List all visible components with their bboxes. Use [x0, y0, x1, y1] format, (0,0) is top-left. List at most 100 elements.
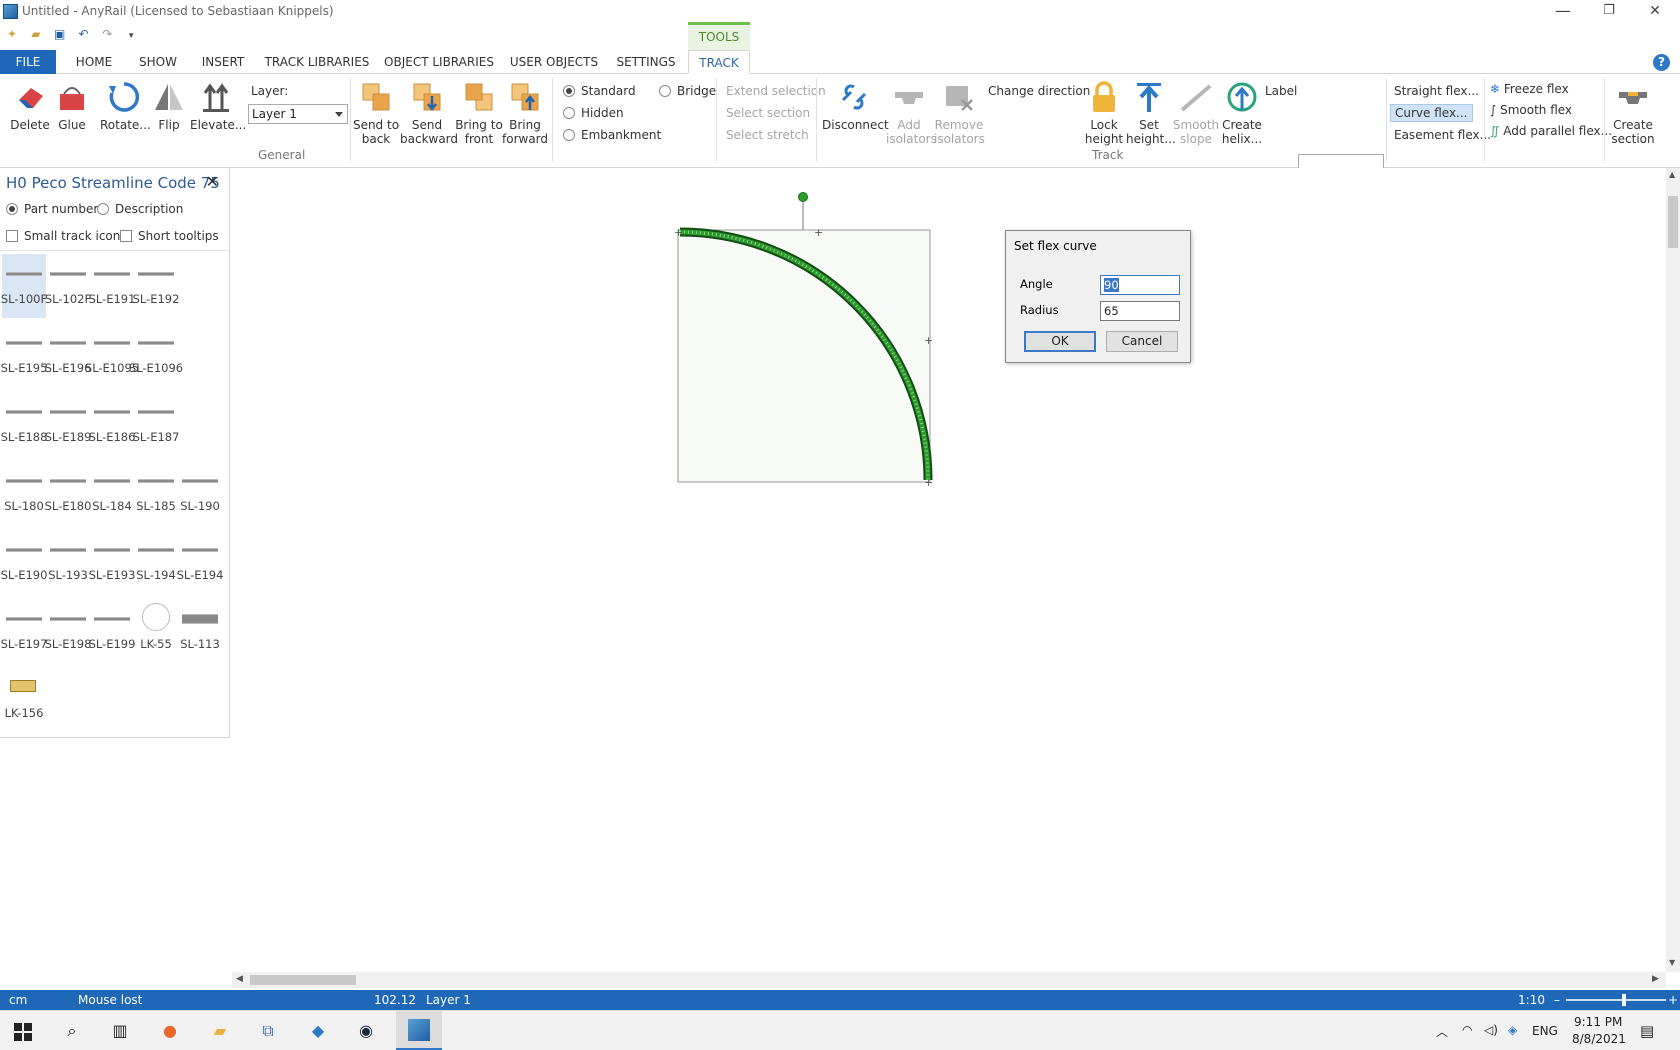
embankment-radio[interactable]: Embankment	[563, 128, 661, 142]
track-part-item[interactable]: SL-E191	[89, 254, 135, 318]
network-app-icon[interactable]: ⧉	[256, 1019, 280, 1043]
dropbox-icon[interactable]: ◈	[1508, 1023, 1517, 1037]
select-stretch-button[interactable]: Select stretch	[726, 128, 809, 142]
wifi-icon[interactable]: ◠	[1462, 1023, 1472, 1037]
steam-icon[interactable]: ◉	[354, 1019, 378, 1043]
track-part-item[interactable]: SL-E199	[89, 599, 135, 663]
short-tooltips-checkbox[interactable]: Short tooltips	[120, 229, 219, 243]
tab-show[interactable]: SHOW	[132, 50, 184, 74]
track-part-item[interactable]: SL-113	[178, 599, 222, 663]
track-part-item[interactable]: SL-E186	[89, 392, 135, 456]
extend-selection-button[interactable]: Extend selection	[726, 84, 826, 98]
add-parallel-flex-button[interactable]: ∬ Add parallel flex...	[1490, 124, 1612, 138]
bridge-radio[interactable]: Bridge	[659, 84, 716, 98]
track-part-item[interactable]: LK-156	[2, 668, 46, 732]
scroll-right-icon[interactable]: ▶	[1652, 974, 1659, 984]
description-radio[interactable]: Description	[97, 202, 183, 216]
volume-icon[interactable]: ◁)	[1484, 1023, 1498, 1037]
track-part-item[interactable]: SL-E187	[133, 392, 179, 456]
anyrail-taskbar-button[interactable]	[396, 1011, 442, 1050]
create-section-button[interactable]: Create section	[1610, 80, 1656, 146]
tab-home[interactable]: HOME	[68, 50, 120, 74]
tab-track-libraries[interactable]: TRACK LIBRARIES	[262, 50, 372, 74]
ok-button[interactable]: OK	[1024, 331, 1096, 352]
track-part-item[interactable]: SL-E190	[1, 530, 47, 594]
restore-button[interactable]: ❐	[1586, 0, 1632, 24]
minimize-button[interactable]: —	[1540, 0, 1586, 24]
track-part-item[interactable]: LK-55	[134, 599, 178, 663]
tab-settings[interactable]: SETTINGS	[612, 50, 680, 74]
curve-flex-button[interactable]: Curve flex...	[1390, 104, 1473, 122]
tab-user-objects[interactable]: USER OBJECTS	[508, 50, 600, 74]
hidden-radio[interactable]: Hidden	[563, 106, 624, 120]
new-icon[interactable]: ✦	[4, 26, 20, 42]
scroll-down-icon[interactable]: ▼	[1669, 958, 1675, 967]
track-part-item[interactable]: SL-E189	[45, 392, 91, 456]
track-part-item[interactable]: SL-E193	[89, 530, 135, 594]
clock-date[interactable]: 8/8/2021	[1572, 1032, 1626, 1046]
windows-start-icon[interactable]	[14, 1023, 32, 1041]
add-isolators-button[interactable]: Add isolators	[886, 80, 937, 146]
freeze-flex-button[interactable]: ❄ Freeze flex	[1490, 82, 1569, 96]
easement-flex-button[interactable]: Easement flex...	[1394, 128, 1491, 142]
notifications-icon[interactable]: ▤	[1640, 1022, 1654, 1040]
create-helix-button[interactable]: Create helix...	[1220, 80, 1264, 146]
language-indicator[interactable]: ENG	[1532, 1024, 1558, 1038]
track-part-item[interactable]: SL-E1096	[129, 323, 183, 387]
customize-qat-icon[interactable]: ▾	[123, 28, 139, 44]
tab-object-libraries[interactable]: OBJECT LIBRARIES	[384, 50, 494, 74]
elevate-button[interactable]: Elevate...	[190, 80, 246, 132]
vscode-icon[interactable]: ◆	[306, 1019, 330, 1043]
rotate-handle[interactable]	[798, 192, 808, 202]
flip-button[interactable]: Flip	[150, 80, 188, 132]
remove-isolators-button[interactable]: Remove isolators	[934, 80, 985, 146]
angle-input[interactable]: 90	[1100, 275, 1180, 295]
tab-track[interactable]: TRACK	[688, 50, 750, 74]
layer-select[interactable]: Layer 1	[248, 104, 348, 124]
scroll-up-icon[interactable]: ▲	[1669, 170, 1675, 179]
straight-flex-button[interactable]: Straight flex...	[1394, 84, 1479, 98]
track-part-item[interactable]: SL-E180	[45, 461, 91, 525]
lock-height-button[interactable]: Lock height	[1084, 80, 1124, 146]
track-part-item[interactable]: SL-E198	[45, 599, 91, 663]
tab-file[interactable]: FILE	[0, 50, 56, 74]
horizontal-scrollbar[interactable]: ◀ ▶	[232, 972, 1666, 988]
set-height-button[interactable]: Set height...	[1126, 80, 1176, 146]
zoom-out-icon[interactable]: –	[1554, 993, 1560, 1007]
small-track-icons-checkbox[interactable]: Small track icons	[6, 229, 127, 243]
standard-radio[interactable]: Standard	[563, 84, 636, 98]
tray-chevron-icon[interactable]: ︿	[1436, 1023, 1448, 1040]
smooth-flex-button[interactable]: ∫ Smooth flex	[1490, 103, 1572, 117]
track-part-item[interactable]: SL-102F	[45, 254, 91, 318]
zoom-in-icon[interactable]: +	[1668, 993, 1678, 1007]
zoom-slider-thumb[interactable]	[1622, 994, 1626, 1006]
search-icon[interactable]: ⌕	[60, 1019, 84, 1043]
smooth-slope-button[interactable]: Smooth slope	[1172, 80, 1220, 146]
redo-icon[interactable]: ↷	[99, 26, 115, 42]
track-part-item[interactable]: SL-E195	[1, 323, 47, 387]
select-section-button[interactable]: Select section	[726, 106, 810, 120]
track-part-item[interactable]: SL-E192	[133, 254, 179, 318]
horizontal-scroll-thumb[interactable]	[250, 975, 356, 985]
undo-icon[interactable]: ↶	[75, 26, 91, 42]
tab-insert[interactable]: INSERT	[196, 50, 250, 74]
glue-button[interactable]: Glue	[52, 80, 92, 132]
firefox-icon[interactable]: ●	[158, 1019, 182, 1043]
track-part-item[interactable]: SL-E1095	[85, 323, 139, 387]
send-backward-button[interactable]: Send backward	[400, 80, 458, 146]
vertical-scroll-thumb[interactable]	[1668, 196, 1678, 248]
track-part-item[interactable]: SL-E188	[1, 392, 47, 456]
cancel-button[interactable]: Cancel	[1106, 331, 1178, 352]
file-explorer-icon[interactable]: ▰	[208, 1019, 232, 1043]
send-to-back-button[interactable]: Send to back	[352, 80, 400, 146]
track-part-item[interactable]: SL-E194	[177, 530, 223, 594]
change-direction-button[interactable]: Change direction	[988, 84, 1090, 98]
track-part-item[interactable]: SL-E197	[1, 599, 47, 663]
bring-forward-button[interactable]: Bring forward	[502, 80, 548, 146]
task-view-icon[interactable]: ▥	[108, 1019, 132, 1043]
layout-canvas[interactable]: + + + +	[232, 168, 1666, 972]
zoom-slider[interactable]	[1566, 999, 1666, 1001]
track-part-item[interactable]: SL-180	[2, 461, 46, 525]
track-part-item[interactable]: SL-184	[90, 461, 134, 525]
delete-button[interactable]: Delete	[8, 80, 52, 132]
